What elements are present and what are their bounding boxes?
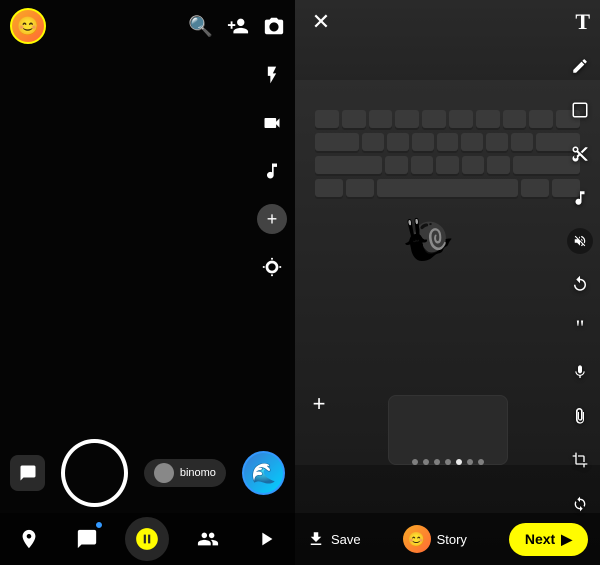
key [437, 133, 459, 151]
video-icon[interactable] [257, 108, 287, 138]
key [315, 133, 359, 151]
user-avatar[interactable]: 😊 [10, 8, 46, 44]
key [487, 156, 509, 174]
right-bottom-bar: Save 😊 Story Next ▶ [295, 513, 600, 565]
progress-dot-4 [445, 459, 451, 465]
rotate-icon[interactable] [566, 270, 594, 298]
nav-snap-center[interactable] [125, 517, 169, 561]
key [387, 133, 409, 151]
close-button[interactable]: ✕ [305, 6, 337, 38]
key [461, 133, 483, 151]
story-label: Story [437, 532, 467, 547]
chat-notification-dot [95, 521, 103, 529]
story-avatar: 😊 [403, 525, 431, 553]
lens-selector[interactable]: binomo [144, 459, 226, 487]
search-icon[interactable]: 🔍 [188, 14, 213, 39]
music-icon[interactable] [257, 156, 287, 186]
flash-icon[interactable] [257, 60, 287, 90]
next-arrow-icon: ▶ [561, 531, 572, 548]
crop-icon[interactable] [566, 446, 594, 474]
key [521, 179, 549, 197]
right-panel: 🐌 ✕ T " [295, 0, 600, 565]
gallery-thumb[interactable]: 🌊 [242, 451, 285, 495]
progress-dot-6 [467, 459, 473, 465]
key [395, 110, 419, 128]
save-button[interactable]: Save [307, 530, 361, 548]
camera-sidebar: + [257, 60, 287, 282]
next-label: Next [525, 531, 555, 547]
progress-dot-7 [478, 459, 484, 465]
pencil-icon[interactable] [566, 52, 594, 80]
key [462, 156, 484, 174]
key [315, 179, 343, 197]
music-tool-icon[interactable] [566, 184, 594, 212]
key [315, 110, 339, 128]
snail-sticker[interactable]: 🐌 [398, 211, 458, 268]
mic-icon[interactable] [566, 358, 594, 386]
key [377, 179, 518, 197]
bottom-nav [0, 513, 295, 565]
progress-dot-2 [423, 459, 429, 465]
nav-chat[interactable] [67, 519, 107, 559]
key [529, 110, 553, 128]
nav-discover[interactable] [246, 519, 286, 559]
text-tool-button[interactable]: T [575, 9, 590, 35]
key [422, 110, 446, 128]
add-button[interactable]: + [303, 388, 335, 420]
next-button[interactable]: Next ▶ [509, 523, 588, 556]
lens-avatar [154, 463, 174, 483]
key [346, 179, 374, 197]
story-button[interactable]: 😊 Story [403, 525, 467, 553]
lens-label: binomo [180, 467, 216, 479]
add-friend-icon[interactable] [227, 15, 249, 37]
key [342, 110, 366, 128]
edit-toolbar: " [566, 52, 594, 518]
top-icons-right: 🔍 [188, 14, 285, 39]
key [385, 156, 407, 174]
key [449, 110, 473, 128]
key [486, 133, 508, 151]
key [369, 110, 393, 128]
trackpad [388, 395, 508, 465]
save-label: Save [331, 532, 361, 547]
progress-dot-1 [412, 459, 418, 465]
nav-friends[interactable] [188, 519, 228, 559]
progress-dot-5-active [456, 459, 462, 465]
quote-icon[interactable]: " [566, 314, 594, 342]
key [503, 110, 527, 128]
keyboard-image [295, 80, 600, 465]
sticker-button[interactable] [10, 455, 45, 491]
plus-button[interactable]: + [257, 204, 287, 234]
camera-controls: binomo 🌊 [0, 439, 295, 507]
right-top-bar: ✕ T [295, 0, 600, 44]
progress-dot-3 [434, 459, 440, 465]
key [362, 133, 384, 151]
scissors-icon[interactable] [566, 140, 594, 168]
key [315, 156, 382, 174]
key [411, 156, 433, 174]
left-top-bar: 😊 🔍 [0, 0, 295, 52]
key [476, 110, 500, 128]
key [412, 133, 434, 151]
sticker-tool-icon[interactable] [566, 96, 594, 124]
paperclip-icon[interactable] [566, 402, 594, 430]
progress-dots [412, 459, 484, 465]
left-panel: 😊 🔍 + [0, 0, 295, 565]
mute-icon[interactable] [567, 228, 593, 254]
camera-flip-icon[interactable] [263, 15, 285, 37]
focus-icon[interactable] [257, 252, 287, 282]
nav-map[interactable] [9, 519, 49, 559]
key [436, 156, 458, 174]
shutter-button[interactable] [61, 439, 128, 507]
key [511, 133, 533, 151]
